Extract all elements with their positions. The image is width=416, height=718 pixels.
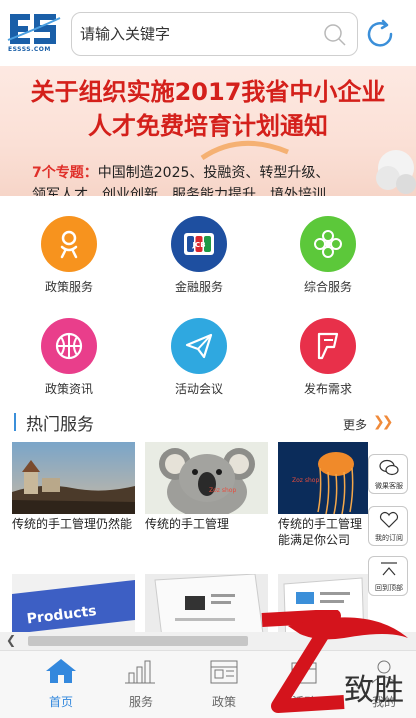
card-image-koala: Zoz shop [145, 442, 268, 514]
grid-item-post-demand[interactable]: 发布需求 [283, 318, 373, 397]
basketball-icon [41, 318, 97, 374]
banner-topics: 7个专题：中国制造2025、投融资、转型升级、 [32, 162, 329, 182]
nav-item-policy[interactable]: 政策 [194, 657, 254, 710]
promo-banner[interactable]: 关于组织实施2017我省中小企业 人才免费培育计划通知 7个专题：中国制造202… [0, 66, 416, 196]
banner-topics-line2: 领军人才、创业创新、服务能力提升、境外培训 [32, 187, 326, 196]
grid-item-policy-service[interactable]: 政策服务 [24, 216, 114, 295]
arrow-up-icon [381, 562, 397, 576]
grid-item-finance-service[interactable]: JCB 金融服务 [154, 216, 244, 295]
wechat-service-button[interactable]: 微果客服 [368, 454, 408, 494]
scrollbar-thumb[interactable] [28, 636, 248, 646]
grid-label: 综合服务 [303, 280, 352, 294]
paper-plane-icon [171, 318, 227, 374]
nav-label: 服务 [128, 695, 153, 709]
back-to-top-button[interactable]: 回到顶部 [368, 556, 408, 596]
more-link[interactable]: 更多 [343, 416, 367, 433]
banner-title-line2: 人才免费培育计划通知 [88, 112, 328, 140]
grid-label: 政策服务 [44, 280, 93, 294]
service-card[interactable]: 传统的手工管理仍然能 [12, 442, 135, 548]
service-card[interactable]: Zoz shop 传统的手工管理 [145, 442, 268, 548]
service-card[interactable]: Zoz shop 传统的手工管理能满足你公司 [278, 442, 368, 548]
nav-item-home[interactable]: 首页 [31, 657, 91, 710]
banner-decoration [376, 150, 416, 194]
people-icon [41, 216, 97, 272]
brand-watermark: 致胜 [248, 609, 416, 718]
home-icon [46, 659, 76, 683]
grid-label: 政策资讯 [44, 382, 93, 396]
nav-item-services[interactable]: 服务 [111, 657, 171, 710]
chat-bubble-icon [379, 459, 399, 476]
banner-swoosh-decoration [200, 140, 289, 160]
refresh-icon[interactable] [364, 18, 396, 50]
card-image-jellyfish: Zoz shop [278, 442, 368, 514]
header: ESSSS.COM [0, 0, 416, 66]
double-chevron-right-icon[interactable]: ❯❯ [373, 414, 394, 430]
grid-item-policy-news[interactable]: 政策资讯 [24, 318, 114, 397]
grid-label: 活动会议 [174, 382, 223, 396]
shop-tag: Zoz shop [292, 477, 319, 484]
heart-icon [379, 511, 399, 528]
search-box[interactable] [71, 12, 358, 56]
card-image-landscape [12, 442, 135, 514]
foursquare-icon [300, 318, 356, 374]
logo-text: ESSSS.COM [8, 46, 51, 53]
search-icon[interactable] [323, 23, 347, 47]
svg-text:JCB: JCB [191, 241, 205, 249]
card-text: 传统的手工管理仍然能 [12, 517, 133, 531]
float-tool-label: 回到顶部 [375, 584, 403, 592]
nav-label: 政策 [211, 695, 236, 709]
document-icon [210, 660, 238, 684]
grid-label: 发布需求 [303, 382, 352, 396]
scroll-left-icon[interactable]: ❮ [6, 633, 16, 647]
grid-label: 金融服务 [174, 280, 223, 294]
watermark-text: 致胜 [344, 673, 404, 708]
banner-topics-rest: 中国制造2025、投融资、转型升级、 [97, 165, 330, 181]
section-accent-bar [14, 413, 16, 431]
card-text: 传统的手工管理 [145, 517, 230, 531]
grid-item-events[interactable]: 活动会议 [154, 318, 244, 397]
section-title: 热门服务 [26, 415, 94, 435]
flower-icon [300, 216, 356, 272]
card-text: 传统的手工管理能满足你公司 [278, 517, 363, 547]
jcb-card-icon: JCB [171, 216, 227, 272]
shop-tag: Zoz shop [209, 487, 236, 494]
my-subscription-button[interactable]: 我的订阅 [368, 506, 408, 546]
grid-item-general-service[interactable]: 综合服务 [283, 216, 373, 295]
site-logo[interactable]: ESSSS.COM [6, 10, 62, 56]
float-tool-label: 我的订阅 [375, 534, 403, 542]
nav-label: 首页 [48, 695, 73, 709]
banner-title-line1: 关于组织实施2017我省中小企业 [30, 78, 386, 106]
float-tool-label: 微果客服 [375, 482, 403, 490]
bar-chart-icon [125, 660, 155, 684]
search-input[interactable] [80, 19, 320, 49]
hot-services-header: 热门服务 更多 ❯❯ [0, 408, 416, 436]
banner-topics-highlight: 7个专题： [32, 165, 98, 181]
